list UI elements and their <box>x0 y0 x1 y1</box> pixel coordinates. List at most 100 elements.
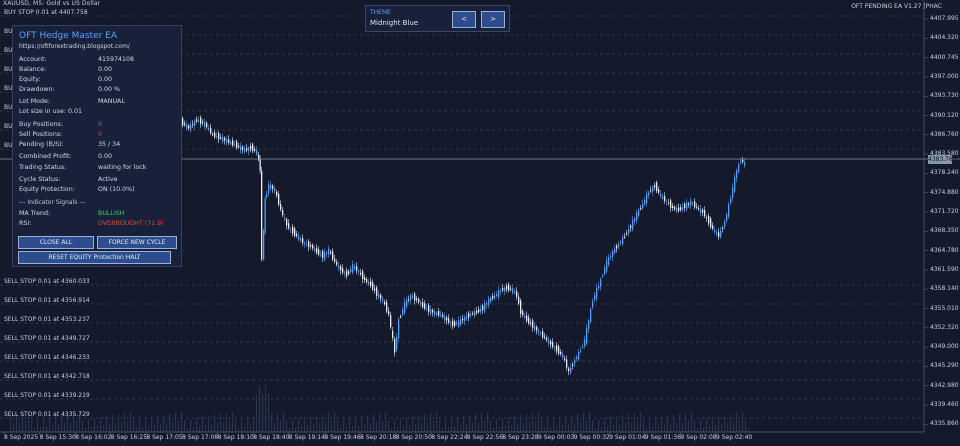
candle-body <box>314 248 316 251</box>
candle-body <box>198 120 200 122</box>
ea-name-label: OFT PENDING EA V1.27 [PHAC <box>851 3 942 10</box>
equity-label: Equity: <box>19 76 41 83</box>
volume-bar <box>331 421 333 432</box>
panel-url[interactable]: https://oftforextrading.blogspot.com/ <box>19 43 130 50</box>
candle-body <box>392 330 394 338</box>
candle-body <box>506 285 508 290</box>
candle-body <box>618 244 620 247</box>
candle-body <box>422 302 424 307</box>
candle-body <box>196 119 198 122</box>
candle-body <box>512 288 514 293</box>
candle-body <box>442 315 444 317</box>
force-new-cycle-button[interactable]: FORCE NEW CYCLE <box>97 236 177 249</box>
candle-body <box>690 200 692 207</box>
volume-bar <box>403 426 405 432</box>
close-all-button[interactable]: CLOSE ALL <box>18 236 94 249</box>
candle-body <box>450 322 452 324</box>
candle-body <box>524 315 526 318</box>
volume-bar <box>280 421 282 432</box>
candle-body <box>254 149 256 151</box>
candle-body <box>526 315 528 321</box>
volume-bar <box>589 412 591 432</box>
candle-body <box>366 279 368 283</box>
candle-body <box>660 194 662 197</box>
candle-body <box>514 291 516 293</box>
indicator-signals-title: --- Indicator Signals --- <box>19 199 86 206</box>
candle-body <box>259 159 261 171</box>
volume-bar <box>244 427 246 432</box>
lot-size-label: Lot size in use: 0.01 <box>19 108 82 115</box>
candle-body <box>364 277 366 280</box>
volume-bar <box>364 424 366 432</box>
candle-body <box>460 319 462 325</box>
candle-body <box>344 272 346 274</box>
volume-bar <box>349 418 351 432</box>
volume-bar <box>742 412 744 432</box>
volume-bar <box>727 423 729 432</box>
y-axis-label: 4335.860 <box>930 420 959 428</box>
candle-body <box>698 208 700 210</box>
volume-bar <box>211 424 213 432</box>
candle-body <box>502 288 504 291</box>
theme-prev-button[interactable]: < <box>452 11 476 28</box>
candle-body <box>586 328 588 344</box>
volume-bar <box>226 413 228 432</box>
volume-bar <box>229 421 231 432</box>
candle-body <box>386 302 388 312</box>
volume-bar <box>328 413 330 432</box>
x-axis-label: 8 Sep 16:25 <box>110 434 148 441</box>
balance-label: Balance: <box>19 66 47 73</box>
volume-bar <box>325 422 327 432</box>
candle-body <box>298 236 300 240</box>
candle-body <box>574 360 576 364</box>
candle-body <box>570 367 572 373</box>
candle-body <box>686 202 688 210</box>
volume-bar <box>415 424 417 432</box>
candle-body <box>440 314 442 316</box>
candle-body <box>490 297 492 302</box>
volume-bar <box>169 414 171 432</box>
volume-bar <box>184 420 186 432</box>
reset-equity-protection-button[interactable]: RESET EQUITY Protection HALT <box>18 251 171 264</box>
volume-bar <box>82 420 84 432</box>
volume-bar <box>523 423 525 432</box>
rsi-label: RSI: <box>19 220 32 227</box>
candle-body <box>250 145 252 150</box>
volume-bar <box>265 385 267 432</box>
volume-bar <box>175 413 177 432</box>
candle-body <box>630 225 632 228</box>
volume-bar <box>688 421 690 432</box>
candle-body <box>716 232 718 235</box>
candle-body <box>644 200 646 204</box>
candle-body <box>566 359 568 368</box>
candle-body <box>212 134 214 136</box>
y-axis-label: 4345.290 <box>930 362 959 370</box>
y-axis-label: 4393.730 <box>930 92 959 100</box>
volume-bar <box>472 423 474 432</box>
volume-bar <box>439 420 441 432</box>
candle-body <box>700 208 702 213</box>
candle-body <box>728 204 730 217</box>
y-axis-label: 4358.140 <box>930 285 959 293</box>
sell-order-label: SELL STOP 0.01 at 4356.914 <box>4 297 90 304</box>
candle-body <box>230 142 232 144</box>
volume-bar <box>247 418 249 432</box>
candle-body <box>714 230 716 233</box>
volume-bar <box>490 420 492 432</box>
candle-body <box>682 206 684 210</box>
volume-bar <box>238 428 240 432</box>
volume-bar <box>160 424 162 432</box>
candle-body <box>504 287 506 292</box>
candle-body <box>322 251 324 258</box>
x-axis-label: 8 Sep 23:28 <box>502 434 539 441</box>
volume-bar <box>115 423 117 432</box>
volume-bar <box>550 427 552 432</box>
candle-body <box>548 340 550 344</box>
candle-body <box>378 294 380 298</box>
panel-title: OFT Hedge Master EA <box>19 31 118 41</box>
candle-body <box>500 290 502 292</box>
candle-body <box>656 182 658 192</box>
theme-next-button[interactable]: > <box>481 11 505 28</box>
volume-bar <box>610 417 612 432</box>
candle-body <box>396 336 398 351</box>
